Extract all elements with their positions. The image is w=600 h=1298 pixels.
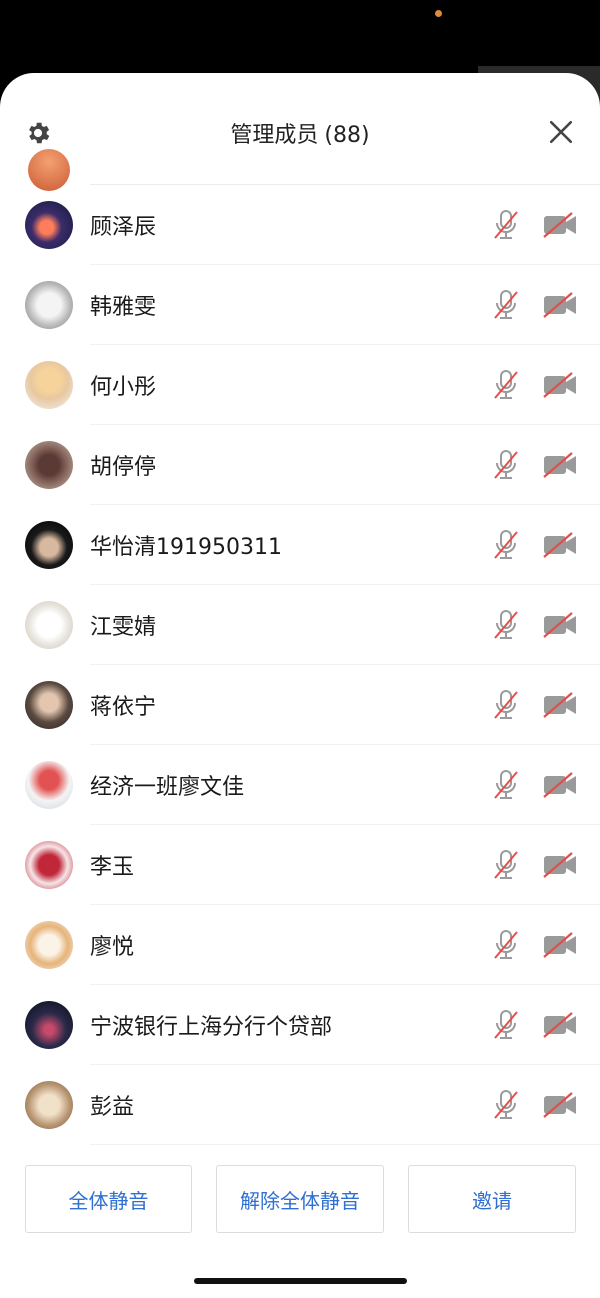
- avatar: [25, 761, 73, 809]
- avatar: [25, 281, 73, 329]
- mic-muted-icon[interactable]: [492, 529, 520, 561]
- avatar: [25, 441, 73, 489]
- unmute-all-button[interactable]: 解除全体静音: [216, 1165, 384, 1233]
- avatar: [25, 921, 73, 969]
- mic-muted-icon[interactable]: [492, 209, 520, 241]
- member-row[interactable]: 廖悦: [0, 905, 600, 985]
- member-name: 彭益: [90, 1095, 135, 1120]
- camera-off-icon[interactable]: [542, 212, 578, 238]
- member-row[interactable]: 彭益: [0, 1065, 600, 1145]
- mic-muted-icon[interactable]: [492, 689, 520, 721]
- manage-members-sheet: 管理成员 (88) 顾泽辰 韩雅雯 何小彤 胡停停 华怡清191950311 江…: [0, 73, 600, 1298]
- sheet-header: 管理成员 (88): [0, 73, 600, 191]
- mic-muted-icon[interactable]: [492, 1009, 520, 1041]
- mic-muted-icon[interactable]: [492, 849, 520, 881]
- member-row[interactable]: 华怡清191950311: [0, 505, 600, 585]
- member-row[interactable]: 何小彤: [0, 345, 600, 425]
- member-name: 华怡清191950311: [90, 535, 282, 560]
- member-row[interactable]: 韩雅雯: [0, 265, 600, 345]
- camera-off-icon[interactable]: [542, 1092, 578, 1118]
- camera-off-icon[interactable]: [542, 612, 578, 638]
- camera-off-icon[interactable]: [542, 772, 578, 798]
- camera-off-icon[interactable]: [542, 452, 578, 478]
- invite-button[interactable]: 邀请: [408, 1165, 576, 1233]
- member-count: (88): [324, 123, 370, 148]
- member-name: 韩雅雯: [90, 295, 157, 320]
- page-title: 管理成员 (88): [0, 117, 600, 149]
- mic-muted-icon[interactable]: [492, 449, 520, 481]
- member-name: 廖悦: [90, 935, 135, 960]
- status-indicator-dot: [435, 10, 442, 17]
- member-name: 何小彤: [90, 375, 157, 400]
- member-name: 宁波银行上海分行个贷部: [90, 1015, 333, 1040]
- camera-off-icon[interactable]: [542, 692, 578, 718]
- avatar: [25, 521, 73, 569]
- member-row[interactable]: 顾泽辰: [0, 185, 600, 265]
- avatar: [25, 361, 73, 409]
- member-row[interactable]: 江雯婧: [0, 585, 600, 665]
- member-row[interactable]: 胡停停: [0, 425, 600, 505]
- member-row[interactable]: 经济一班廖文佳: [0, 745, 600, 825]
- camera-off-icon[interactable]: [542, 932, 578, 958]
- member-row[interactable]: 蒋依宁: [0, 665, 600, 745]
- member-row[interactable]: 李玉: [0, 825, 600, 905]
- avatar: [25, 201, 73, 249]
- avatar: [25, 681, 73, 729]
- member-row[interactable]: 宁波银行上海分行个贷部: [0, 985, 600, 1065]
- camera-off-icon[interactable]: [542, 1012, 578, 1038]
- member-list: 顾泽辰 韩雅雯 何小彤 胡停停 华怡清191950311 江雯婧 蒋依宁 经济一…: [0, 185, 600, 1145]
- close-icon[interactable]: [548, 119, 574, 145]
- home-indicator: [194, 1278, 407, 1284]
- member-name: 李玉: [90, 855, 135, 880]
- camera-off-icon[interactable]: [542, 532, 578, 558]
- avatar: [25, 601, 73, 649]
- member-name: 蒋依宁: [90, 695, 157, 720]
- member-name: 胡停停: [90, 455, 157, 480]
- member-name: 经济一班廖文佳: [90, 775, 245, 800]
- title-text: 管理成员: [230, 123, 319, 148]
- avatar: [25, 1001, 73, 1049]
- mic-muted-icon[interactable]: [492, 769, 520, 801]
- mic-muted-icon[interactable]: [492, 609, 520, 641]
- mic-muted-icon[interactable]: [492, 369, 520, 401]
- avatar: [25, 841, 73, 889]
- member-name: 江雯婧: [90, 615, 157, 640]
- camera-off-icon[interactable]: [542, 292, 578, 318]
- mute-all-button[interactable]: 全体静音: [25, 1165, 192, 1233]
- avatar: [25, 1081, 73, 1129]
- mic-muted-icon[interactable]: [492, 1089, 520, 1121]
- mic-muted-icon[interactable]: [492, 289, 520, 321]
- mic-muted-icon[interactable]: [492, 929, 520, 961]
- footer-actions: 全体静音 解除全体静音 邀请: [0, 1165, 600, 1233]
- camera-off-icon[interactable]: [542, 372, 578, 398]
- member-name: 顾泽辰: [90, 215, 157, 240]
- camera-off-icon[interactable]: [542, 852, 578, 878]
